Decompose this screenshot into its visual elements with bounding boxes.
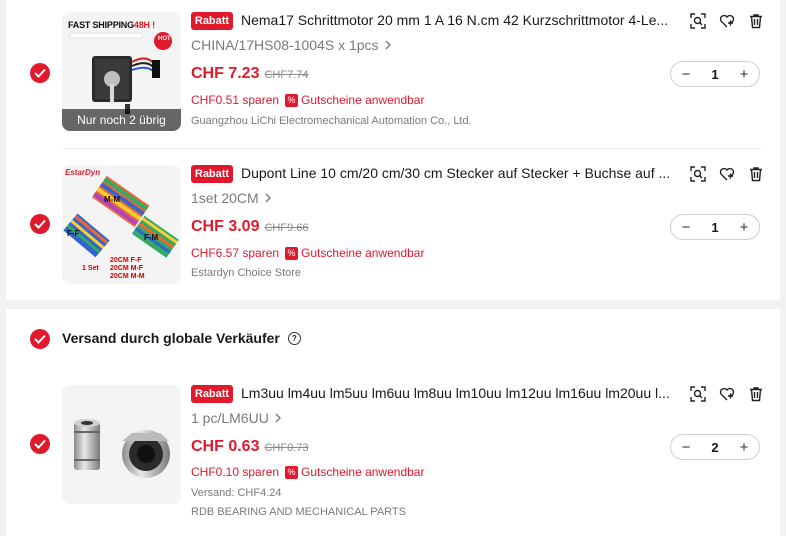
- saving-row: CHF6.57 sparen % Gutscheine anwendbar: [191, 246, 424, 260]
- coupon-link[interactable]: % Gutscheine anwendbar: [285, 93, 424, 107]
- saving-amount: CHF0.10 sparen: [191, 465, 280, 479]
- section-header: Versand durch globale Verkäufer ?: [62, 330, 301, 346]
- item-actions: [689, 385, 765, 403]
- product-image[interactable]: [62, 385, 181, 504]
- original-price: CHF7.74: [264, 69, 309, 81]
- coupon-percent-icon: %: [285, 246, 299, 260]
- delete-trash-icon[interactable]: [747, 385, 765, 403]
- product-title[interactable]: Nema17 Schrittmotor 20 mm 1 A 16 N.cm 42…: [241, 12, 685, 28]
- increase-quantity-button[interactable]: +: [737, 219, 751, 236]
- chevron-right-icon: [275, 413, 281, 423]
- variant-selector[interactable]: 1 pc/LM6UU: [191, 410, 282, 426]
- item-actions: [689, 12, 765, 30]
- delete-trash-icon[interactable]: [747, 165, 765, 183]
- coupon-link[interactable]: % Gutscheine anwendbar: [285, 465, 424, 479]
- increase-quantity-button[interactable]: +: [737, 66, 751, 83]
- product-image[interactable]: EstarDyn M-M F-F F-M 1 Set 20CM F-F 20CM…: [62, 165, 181, 284]
- saving-row: CHF0.51 sparen % Gutscheine anwendbar: [191, 93, 424, 107]
- delete-trash-icon[interactable]: [747, 12, 765, 30]
- item-checkbox[interactable]: [30, 434, 50, 454]
- discount-badge: Rabatt: [191, 385, 233, 403]
- hot-badge: HOT: [158, 36, 171, 42]
- product-image[interactable]: FAST SHIPPING48H ! HOT Nur noch 2 übrig: [62, 12, 181, 131]
- quantity-stepper: − 1 +: [670, 214, 760, 240]
- similar-search-icon[interactable]: [689, 12, 707, 30]
- similar-search-icon[interactable]: [689, 385, 707, 403]
- seller-name[interactable]: Guangzhou LiChi Electromechanical Automa…: [191, 115, 472, 127]
- decrease-quantity-button[interactable]: −: [679, 439, 693, 456]
- linear-bearing-illustration: [74, 419, 170, 478]
- price-row: CHF 7.23 CHF7.74: [191, 65, 309, 83]
- wishlist-heart-icon[interactable]: [718, 385, 736, 403]
- increase-quantity-button[interactable]: +: [737, 439, 751, 456]
- price-row: CHF 0.63 CHF0.73: [191, 438, 309, 456]
- group-checkbox[interactable]: [30, 329, 50, 349]
- seller-group-card: Versand durch globale Verkäufer ? Rabatt…: [6, 309, 780, 536]
- current-price: CHF 7.23: [191, 65, 260, 82]
- section-title: Versand durch globale Verkäufer: [62, 330, 280, 346]
- image-label: M-M: [104, 195, 120, 204]
- seller-name[interactable]: RDB BEARING AND MECHANICAL PARTS: [191, 506, 406, 518]
- shipping-cost: Versand: CHF4.24: [191, 487, 282, 499]
- item-divider: [62, 148, 762, 149]
- image-label: F-M: [144, 233, 159, 242]
- original-price: CHF0.73: [264, 442, 309, 454]
- current-price: CHF 3.09: [191, 218, 260, 235]
- stock-note: Nur noch 2 übrig: [62, 109, 181, 131]
- decrease-quantity-button[interactable]: −: [679, 219, 693, 236]
- item-checkbox[interactable]: [30, 214, 50, 234]
- help-icon[interactable]: ?: [287, 331, 301, 345]
- original-price: CHF9.66: [264, 222, 309, 234]
- quantity-stepper: − 1 +: [670, 61, 760, 87]
- variant-selector[interactable]: CHINA/17HS08-1004S x 1pcs: [191, 37, 392, 53]
- quantity-stepper: − 2 +: [670, 434, 760, 460]
- seller-group-card: FAST SHIPPING48H ! HOT Nur noch 2 übrig …: [6, 0, 780, 300]
- current-price: CHF 0.63: [191, 438, 260, 455]
- coupon-link[interactable]: % Gutscheine anwendbar: [285, 246, 424, 260]
- item-actions: [689, 165, 765, 183]
- chevron-right-icon: [385, 40, 391, 50]
- decrease-quantity-button[interactable]: −: [679, 66, 693, 83]
- product-title[interactable]: Lm3uu lm4uu lm5uu lm6uu lm8uu lm10uu lm1…: [241, 385, 685, 401]
- coupon-percent-icon: %: [285, 93, 299, 107]
- quantity-value[interactable]: 1: [711, 220, 718, 235]
- coupon-percent-icon: %: [285, 465, 299, 479]
- discount-badge: Rabatt: [191, 165, 233, 183]
- seller-name[interactable]: Estardyn Choice Store: [191, 267, 301, 279]
- chevron-right-icon: [265, 193, 271, 203]
- saving-row: CHF0.10 sparen % Gutscheine anwendbar: [191, 465, 424, 479]
- product-title[interactable]: Dupont Line 10 cm/20 cm/30 cm Stecker au…: [241, 165, 685, 181]
- wishlist-heart-icon[interactable]: [718, 165, 736, 183]
- checkmark-icon: [34, 68, 46, 78]
- quantity-value[interactable]: 2: [711, 440, 718, 455]
- item-checkbox[interactable]: [30, 63, 50, 83]
- quantity-value[interactable]: 1: [711, 67, 718, 82]
- image-label: F-F: [67, 229, 80, 238]
- price-row: CHF 3.09 CHF9.66: [191, 218, 309, 236]
- saving-amount: CHF0.51 sparen: [191, 93, 280, 107]
- variant-selector[interactable]: 1set 20CM: [191, 190, 272, 206]
- checkmark-icon: [34, 439, 46, 449]
- checkmark-icon: [34, 334, 46, 344]
- discount-badge: Rabatt: [191, 12, 233, 30]
- checkmark-icon: [34, 219, 46, 229]
- saving-amount: CHF6.57 sparen: [191, 246, 280, 260]
- similar-search-icon[interactable]: [689, 165, 707, 183]
- wishlist-heart-icon[interactable]: [718, 12, 736, 30]
